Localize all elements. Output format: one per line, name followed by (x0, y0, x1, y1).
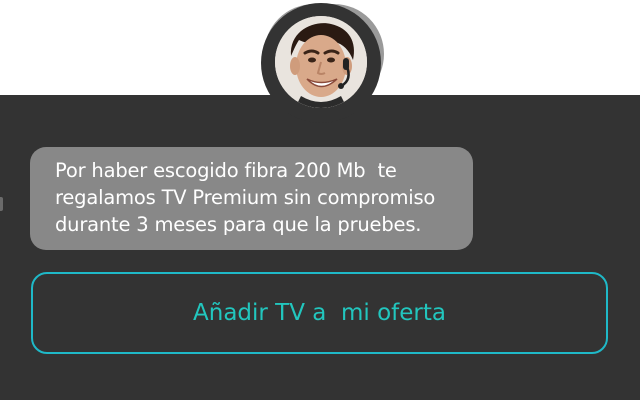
agent-avatar-icon (275, 16, 367, 108)
chat-screen: Por haber escogido fibra 200 Mb te regal… (0, 0, 640, 400)
agent-avatar (275, 16, 367, 108)
add-tv-to-offer-button[interactable]: Añadir TV a mi oferta (31, 272, 608, 354)
message-line: regalamos TV Premium sin compromiso (55, 186, 436, 209)
chat-message-bubble: Por haber escogido fibra 200 Mb te regal… (30, 147, 473, 250)
message-line: Por haber escogido fibra 200 Mb te (55, 159, 397, 182)
panel-edge-marker (0, 197, 3, 211)
message-line: durante 3 meses para que la pruebes. (55, 213, 422, 236)
